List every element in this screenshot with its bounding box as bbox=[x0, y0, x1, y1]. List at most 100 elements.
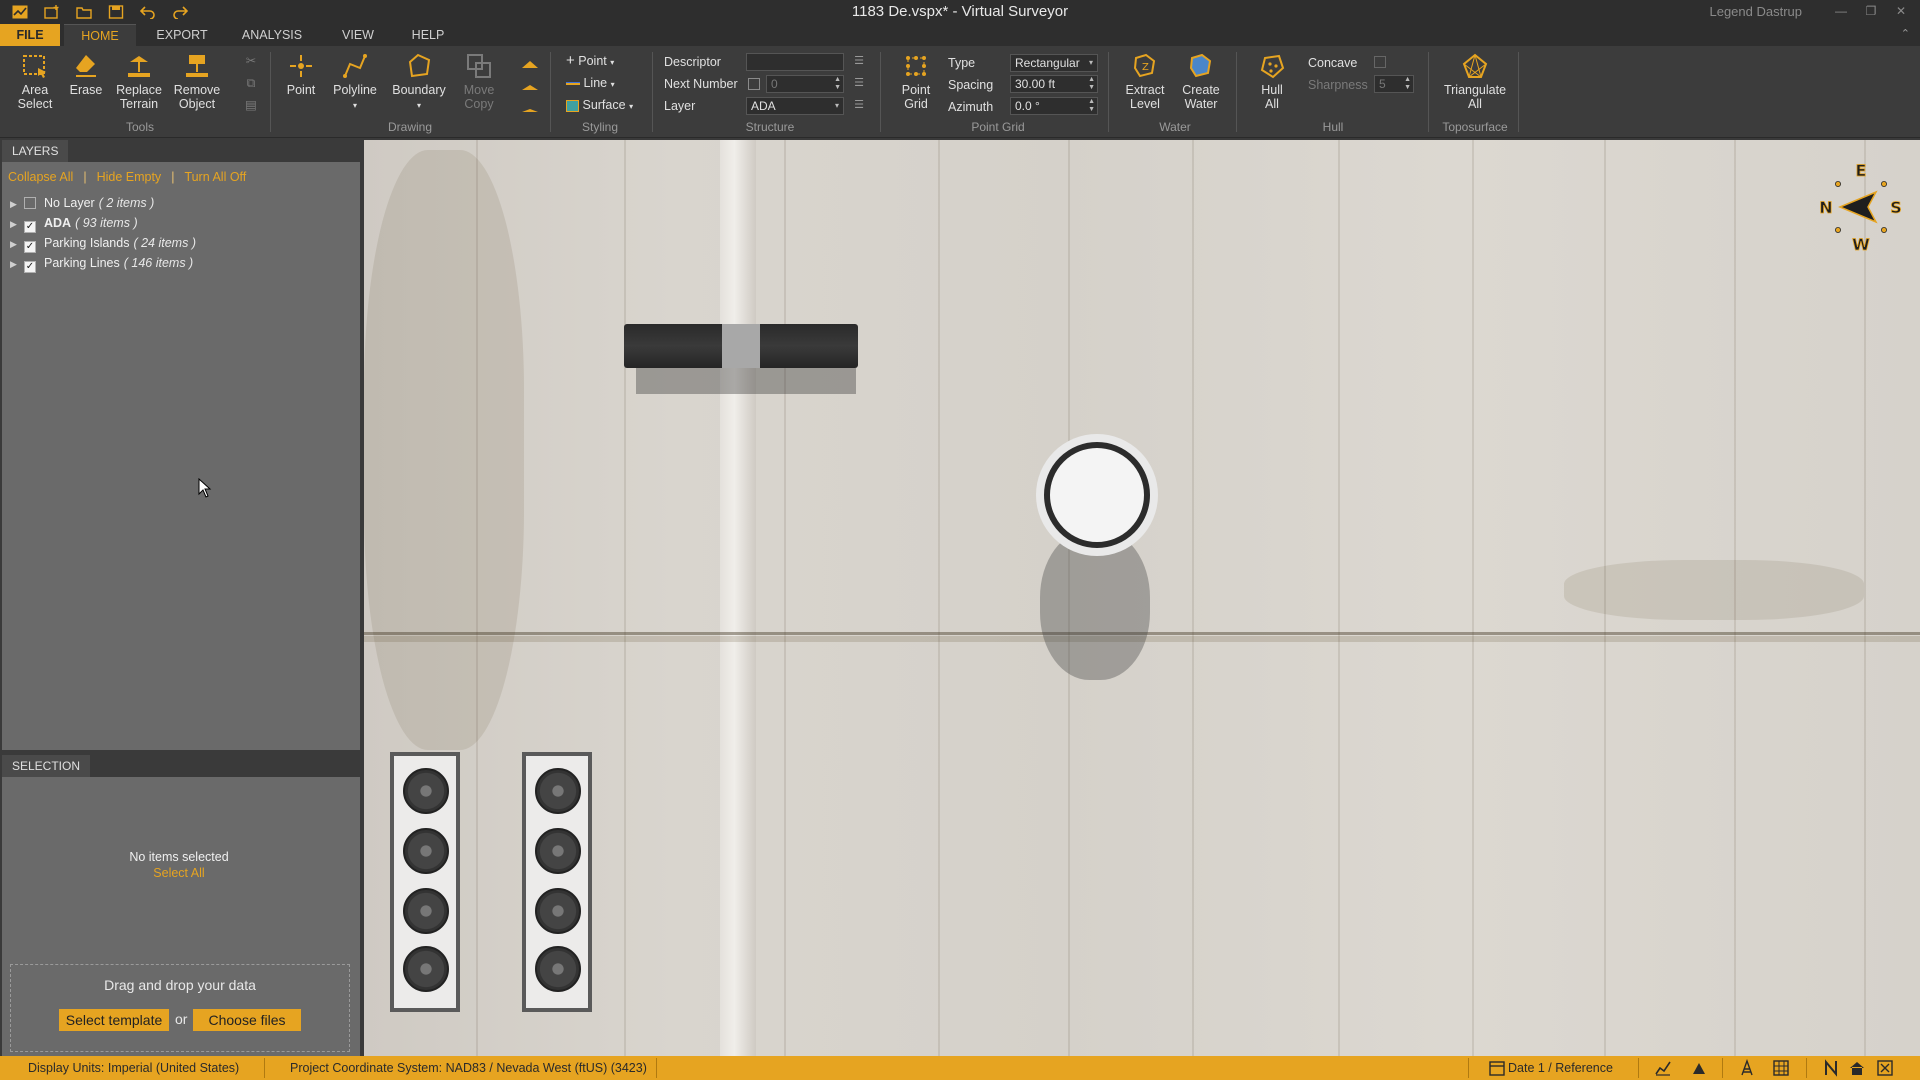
turn-all-off-link[interactable]: Turn All Off bbox=[184, 170, 246, 184]
cut-icon[interactable]: ✂ bbox=[240, 54, 262, 68]
tab-analysis[interactable]: ANALYSIS bbox=[240, 24, 304, 46]
replace-terrain-icon bbox=[128, 56, 150, 77]
expand-icon[interactable]: ▶ bbox=[10, 215, 24, 233]
layer-row-ada[interactable]: ▶ ✓ ADA( 93 items ) bbox=[10, 214, 138, 233]
spinner-icon[interactable]: ▲ ▼ bbox=[834, 76, 841, 92]
layer-row-no-layer[interactable]: ▶ No Layer( 2 items ) bbox=[10, 194, 154, 212]
mouse-cursor-icon bbox=[198, 478, 212, 498]
line-style-icon bbox=[566, 82, 580, 86]
date-reference-status[interactable]: Date 1 / Reference bbox=[1508, 1061, 1613, 1075]
erase-button[interactable]: Erase bbox=[68, 52, 104, 97]
collapse-ribbon-icon[interactable]: ⌃ bbox=[1901, 27, 1910, 40]
move-copy-button[interactable]: Move Copy bbox=[456, 52, 502, 111]
group-label-hull: Hull bbox=[1322, 120, 1344, 134]
select-template-button[interactable]: Select template bbox=[59, 1009, 169, 1031]
layer-checkbox[interactable]: ✓ bbox=[24, 221, 36, 233]
polyline-button[interactable]: Polyline ▾ bbox=[330, 52, 380, 113]
map-fan bbox=[403, 888, 449, 934]
select-all-link[interactable]: Select All bbox=[0, 866, 358, 880]
tab-file[interactable]: FILE bbox=[0, 24, 60, 46]
extract-level-button[interactable]: Z Extract Level bbox=[1122, 52, 1168, 111]
list-icon[interactable]: ☰ bbox=[850, 98, 868, 112]
minimize-icon[interactable]: — bbox=[1826, 0, 1856, 22]
map-fan-bank bbox=[390, 752, 460, 1012]
boundary-button[interactable]: Boundary ▾ bbox=[390, 52, 448, 113]
snap-mid-icon[interactable] bbox=[520, 80, 540, 94]
grid-type-select[interactable]: Rectangular ▾ bbox=[1010, 54, 1098, 72]
map-texture bbox=[938, 140, 940, 1056]
grid-spacing-input[interactable]: 30.00 ft ▲ ▼ bbox=[1010, 75, 1098, 93]
map-pipe bbox=[720, 140, 756, 1056]
north-up-icon[interactable] bbox=[1822, 1059, 1840, 1077]
snap-low-icon[interactable] bbox=[520, 102, 540, 116]
list-icon[interactable]: ☰ bbox=[850, 76, 868, 90]
create-water-icon bbox=[1189, 53, 1212, 78]
tab-export[interactable]: EXPORT bbox=[152, 24, 212, 46]
list-icon[interactable]: ☰ bbox=[850, 54, 868, 68]
next-number-checkbox[interactable] bbox=[748, 78, 760, 90]
create-water-button[interactable]: Create Water bbox=[1178, 52, 1224, 111]
paste-icon[interactable]: ▤ bbox=[240, 98, 262, 112]
spinner-icon[interactable]: ▲ ▼ bbox=[1404, 76, 1411, 92]
close-icon[interactable]: ✕ bbox=[1886, 0, 1916, 22]
sharpness-input[interactable]: 5 ▲ ▼ bbox=[1374, 75, 1414, 93]
hide-empty-link[interactable]: Hide Empty bbox=[97, 170, 162, 184]
svg-text:Z: Z bbox=[1142, 62, 1149, 73]
layer-select[interactable]: ADA ▾ bbox=[746, 97, 844, 115]
hull-all-button[interactable]: Hull All bbox=[1252, 52, 1292, 111]
layer-actions: Collapse All | Hide Empty | Turn All Off bbox=[8, 170, 247, 184]
copy-icon[interactable]: ⧉ bbox=[240, 76, 262, 90]
map-viewport[interactable]: E N S W bbox=[364, 140, 1920, 1056]
grid-view-icon[interactable] bbox=[1772, 1059, 1790, 1077]
compass-east-label: E bbox=[1856, 162, 1867, 180]
calendar-icon bbox=[1489, 1061, 1505, 1076]
group-label-tools: Tools bbox=[125, 120, 154, 134]
expand-icon[interactable]: ▶ bbox=[10, 235, 24, 253]
triangulate-all-button[interactable]: Triangulate All bbox=[1440, 52, 1510, 111]
display-units-status[interactable]: Display Units: Imperial (United States) bbox=[28, 1061, 239, 1075]
collapse-all-link[interactable]: Collapse All bbox=[8, 170, 73, 184]
tab-layers[interactable]: LAYERS bbox=[2, 140, 69, 162]
descriptor-input[interactable] bbox=[746, 53, 844, 71]
data-dropzone[interactable]: Drag and drop your data Select template … bbox=[10, 964, 350, 1052]
area-select-button[interactable]: Area Select bbox=[12, 52, 58, 111]
volume-icon[interactable] bbox=[1690, 1059, 1708, 1077]
tab-help[interactable]: HELP bbox=[406, 24, 450, 46]
layer-row-parking-islands[interactable]: ▶ ✓ Parking Islands( 24 items ) bbox=[10, 234, 196, 253]
expand-icon[interactable]: ▶ bbox=[10, 195, 24, 213]
expand-icon[interactable]: ▶ bbox=[10, 255, 24, 273]
user-name[interactable]: Legend Dastrup bbox=[1709, 4, 1802, 19]
coordinate-system-status[interactable]: Project Coordinate System: NAD83 / Nevad… bbox=[290, 1061, 647, 1075]
replace-terrain-button[interactable]: Replace Terrain bbox=[114, 52, 164, 111]
home-icon[interactable] bbox=[1848, 1059, 1866, 1077]
snap-high-icon[interactable] bbox=[520, 58, 540, 72]
layer-row-parking-lines[interactable]: ▶ ✓ Parking Lines( 146 items ) bbox=[10, 254, 193, 273]
fullscreen-icon[interactable] bbox=[1876, 1059, 1894, 1077]
point-button[interactable]: Point bbox=[284, 52, 318, 97]
style-point-dropdown[interactable]: + Point ▾ bbox=[566, 52, 614, 70]
map-texture bbox=[1564, 560, 1864, 620]
remove-object-button[interactable]: Remove Object bbox=[172, 52, 222, 111]
title-bar: 1183 De.vspx* - Virtual Surveyor Legend … bbox=[0, 0, 1920, 24]
spinner-icon[interactable]: ▲ ▼ bbox=[1088, 76, 1095, 92]
eraser-icon bbox=[76, 55, 96, 77]
map-texture bbox=[784, 140, 786, 1056]
tab-home[interactable]: HOME bbox=[64, 24, 136, 46]
concave-checkbox[interactable] bbox=[1374, 56, 1386, 68]
compass-icon[interactable]: E N S W bbox=[1816, 162, 1906, 252]
next-number-input[interactable]: 0 ▲ ▼ bbox=[766, 75, 844, 93]
profile-chart-icon[interactable] bbox=[1654, 1059, 1672, 1077]
style-line-dropdown[interactable]: Line ▾ bbox=[566, 74, 615, 92]
tower-icon[interactable] bbox=[1738, 1059, 1756, 1077]
restore-icon[interactable]: ❐ bbox=[1856, 0, 1886, 22]
layer-checkbox[interactable]: ✓ bbox=[24, 241, 36, 253]
tab-selection[interactable]: SELECTION bbox=[2, 755, 91, 777]
style-surface-dropdown[interactable]: Surface ▾ bbox=[566, 96, 633, 114]
point-grid-button[interactable]: Point Grid bbox=[894, 52, 938, 111]
spinner-icon[interactable]: ▲ ▼ bbox=[1088, 98, 1095, 114]
layer-checkbox[interactable] bbox=[24, 197, 36, 209]
grid-azimuth-input[interactable]: 0.0 ° ▲ ▼ bbox=[1010, 97, 1098, 115]
tab-view[interactable]: VIEW bbox=[336, 24, 380, 46]
choose-files-button[interactable]: Choose files bbox=[193, 1009, 301, 1031]
layer-checkbox[interactable]: ✓ bbox=[24, 261, 36, 273]
